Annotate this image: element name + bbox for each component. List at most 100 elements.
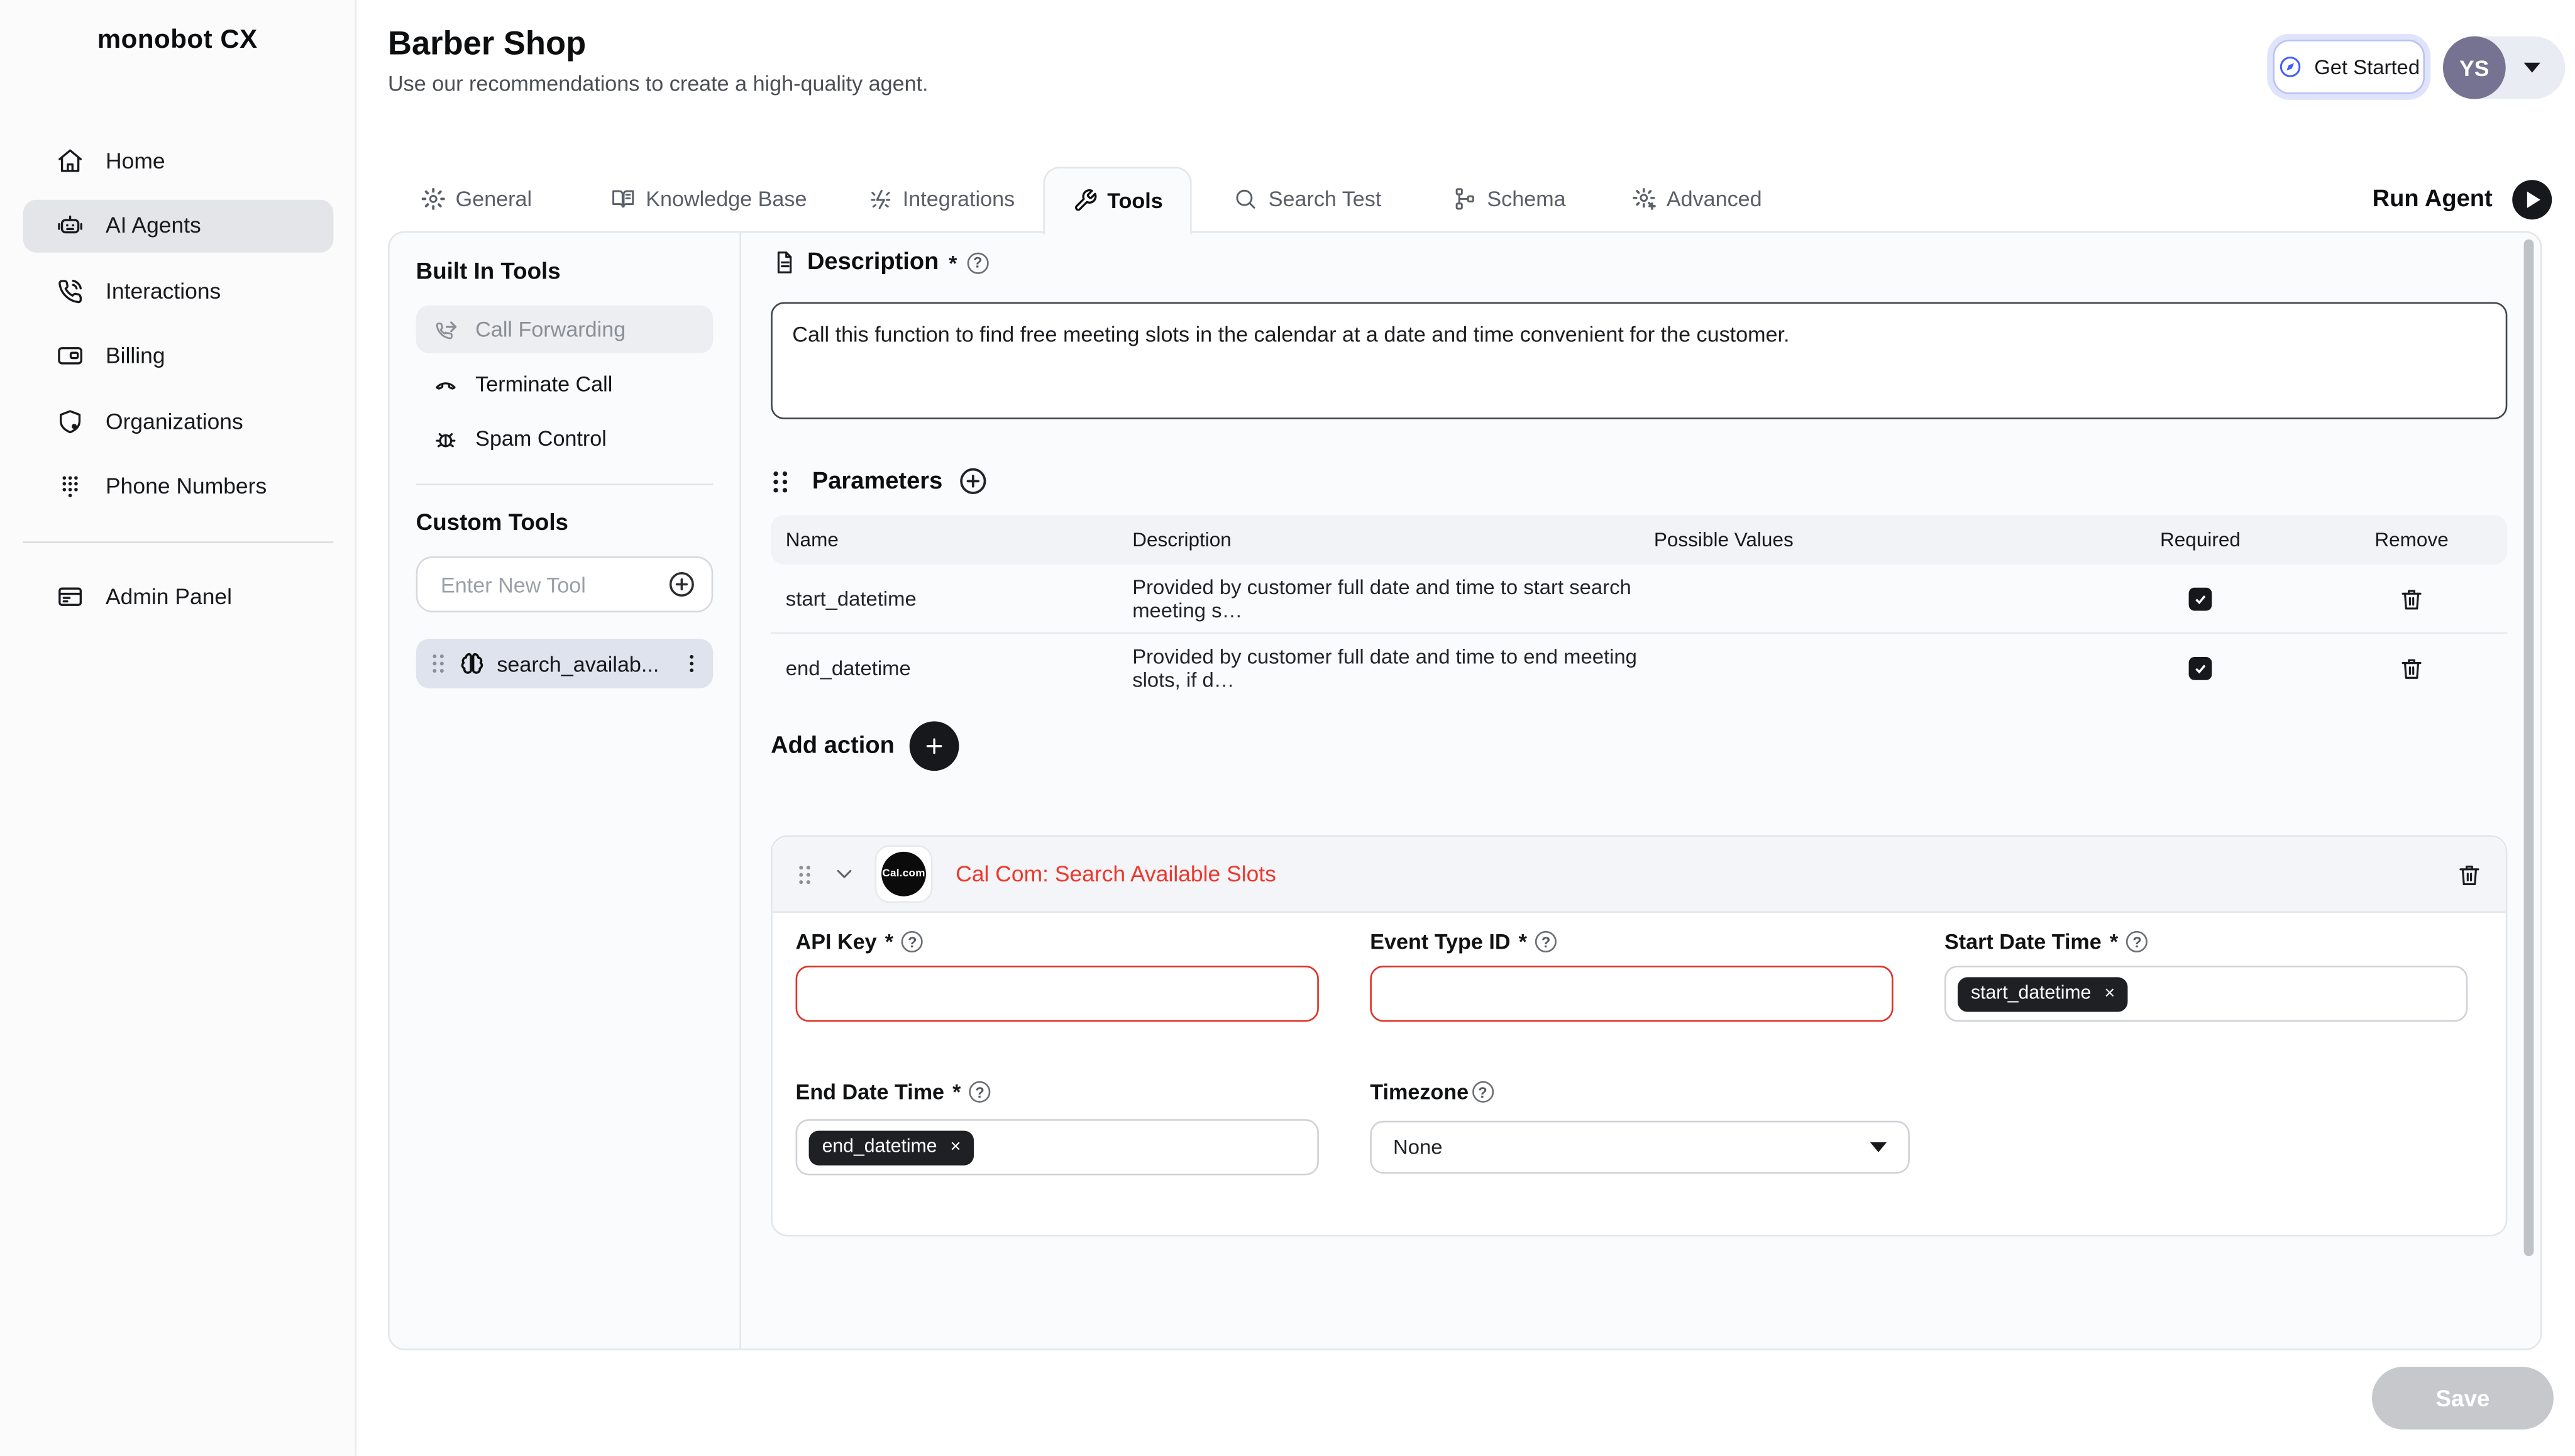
phone-call-icon: [56, 277, 84, 305]
timezone-label-row: Timezone ?: [1370, 1079, 1493, 1104]
wrench-icon: [1072, 188, 1097, 212]
chip-remove-icon[interactable]: ×: [951, 1138, 961, 1156]
chip-remove-icon[interactable]: ×: [2104, 984, 2115, 1003]
tab-label: Integrations: [903, 187, 1015, 211]
get-started-button[interactable]: Get Started: [2273, 40, 2425, 94]
sidebar-nav: Home AI Agents Interactions Billing Orga…: [23, 134, 334, 636]
robot-icon: [56, 211, 84, 240]
event-type-id-input[interactable]: [1370, 966, 1893, 1022]
drag-handle-icon[interactable]: [796, 863, 814, 886]
tab-label: Schema: [1487, 187, 1565, 211]
run-agent-button[interactable]: Run Agent: [2373, 179, 2575, 219]
trash-icon[interactable]: [2398, 654, 2425, 681]
add-tool-icon[interactable]: [667, 570, 697, 599]
col-header-description: Description: [1118, 528, 1640, 551]
main-area: Barber Shop Use our recommendations to c…: [356, 0, 2575, 1456]
plus-icon: [923, 734, 946, 758]
param-description: Provided by customer full date and time …: [1118, 575, 1640, 622]
scrollbar-thumb[interactable]: [2523, 240, 2534, 1256]
tab-label: Advanced: [1667, 187, 1762, 211]
description-textarea[interactable]: Call this function to find free meeting …: [771, 302, 2507, 419]
parameters-table-header: Name Description Possible Values Require…: [771, 515, 2507, 565]
tools-divider: [416, 483, 714, 485]
tab-label: Knowledge Base: [646, 187, 807, 211]
required-asterisk: *: [2110, 929, 2118, 954]
col-header-required: Required: [2085, 528, 2316, 551]
sidebar-item-billing[interactable]: Billing: [23, 329, 334, 382]
trash-icon[interactable]: [2456, 861, 2483, 887]
custom-tool-item[interactable]: search_availab...: [416, 639, 714, 688]
parameter-row: end_datetime Provided by customer full d…: [771, 634, 2507, 702]
page-title: Barber Shop: [388, 26, 586, 64]
grid-dots-icon[interactable]: [771, 468, 797, 494]
sidebar-item-label: AI Agents: [106, 213, 201, 238]
help-icon[interactable]: ?: [2126, 931, 2148, 952]
custom-tool-name: search_availab...: [497, 651, 668, 676]
compass-icon: [2278, 55, 2302, 79]
sidebar-item-admin-panel[interactable]: Admin Panel: [23, 570, 334, 623]
tab-general[interactable]: General: [421, 187, 532, 211]
add-parameter-icon[interactable]: [957, 465, 989, 497]
sidebar-item-interactions[interactable]: Interactions: [23, 264, 334, 317]
required-checkbox[interactable]: [2189, 656, 2212, 680]
start-datetime-chip: start_datetime ×: [1958, 976, 2128, 1011]
chip-label: end_datetime: [822, 1137, 937, 1157]
api-key-label-row: API Key * ?: [796, 929, 924, 954]
sidebar: monobot CX Home AI Agents Interactions B…: [0, 0, 356, 1456]
timezone-select[interactable]: None: [1370, 1121, 1910, 1174]
param-description: Provided by customer full date and time …: [1118, 644, 1640, 691]
sidebar-item-organizations[interactable]: Organizations: [23, 395, 334, 448]
save-button[interactable]: Save: [2372, 1367, 2554, 1430]
spark-icon: [868, 187, 893, 211]
tab-integrations[interactable]: Integrations: [868, 187, 1015, 211]
trash-icon[interactable]: [2398, 585, 2425, 612]
custom-tools-title: Custom Tools: [416, 509, 714, 535]
tool-terminate-call[interactable]: Terminate Call: [416, 360, 714, 407]
required-asterisk: *: [885, 929, 893, 954]
bug-icon: [433, 425, 459, 451]
api-key-input[interactable]: [796, 966, 1319, 1022]
drag-handle-icon[interactable]: [429, 652, 448, 675]
tab-schema[interactable]: Schema: [1452, 187, 1565, 211]
calcom-logo: Cal.com: [875, 845, 933, 903]
tab-knowledge-base[interactable]: Knowledge Base: [611, 187, 807, 211]
user-menu[interactable]: YS: [2443, 36, 2565, 99]
tool-call-forwarding[interactable]: Call Forwarding: [416, 306, 714, 353]
tool-spam-control[interactable]: Spam Control: [416, 414, 714, 462]
required-checkbox[interactable]: [2189, 587, 2212, 610]
action-title[interactable]: Cal Com: Search Available Slots: [956, 862, 1276, 886]
action-card: Cal.com Cal Com: Search Available Slots …: [771, 836, 2507, 1237]
help-icon[interactable]: ?: [967, 251, 988, 273]
help-icon[interactable]: ?: [1535, 931, 1557, 952]
parameters-header: Parameters: [771, 465, 989, 497]
sidebar-item-phone-numbers[interactable]: Phone Numbers: [23, 460, 334, 512]
add-action-button[interactable]: [910, 721, 959, 771]
description-label: Description: [807, 249, 939, 275]
avatar: YS: [2443, 36, 2506, 99]
required-asterisk: *: [949, 250, 957, 275]
start-date-time-input[interactable]: start_datetime ×: [1944, 966, 2467, 1022]
end-datetime-chip: end_datetime ×: [809, 1130, 974, 1164]
new-tool-input[interactable]: [438, 570, 667, 598]
book-icon: [611, 187, 636, 211]
chevron-down-icon: [2524, 63, 2540, 73]
sidebar-item-home[interactable]: Home: [23, 134, 334, 187]
chevron-down-icon[interactable]: [832, 862, 856, 886]
parameters-table: Name Description Possible Values Require…: [771, 515, 2507, 702]
chip-label: start_datetime: [1971, 984, 2091, 1004]
help-icon[interactable]: ?: [902, 931, 923, 952]
api-key-label: API Key: [796, 929, 877, 954]
tools-tab-panel: Built In Tools Call Forwarding Terminate…: [388, 231, 2542, 1350]
tab-label: Tools: [1107, 188, 1162, 212]
kebab-menu-icon[interactable]: [680, 652, 703, 675]
play-icon[interactable]: [2512, 179, 2552, 219]
sidebar-item-ai-agents[interactable]: AI Agents: [23, 199, 334, 251]
tab-advanced[interactable]: Advanced: [1632, 187, 1762, 211]
tab-bar: General Knowledge Base Integrations Tool…: [388, 165, 2575, 233]
tab-search-test[interactable]: Search Test: [1234, 187, 1382, 211]
help-icon[interactable]: ?: [1472, 1081, 1493, 1103]
param-name: end_datetime: [771, 656, 1117, 680]
tab-tools[interactable]: Tools: [1043, 166, 1193, 234]
help-icon[interactable]: ?: [969, 1081, 991, 1103]
end-date-time-input[interactable]: end_datetime ×: [796, 1119, 1319, 1175]
